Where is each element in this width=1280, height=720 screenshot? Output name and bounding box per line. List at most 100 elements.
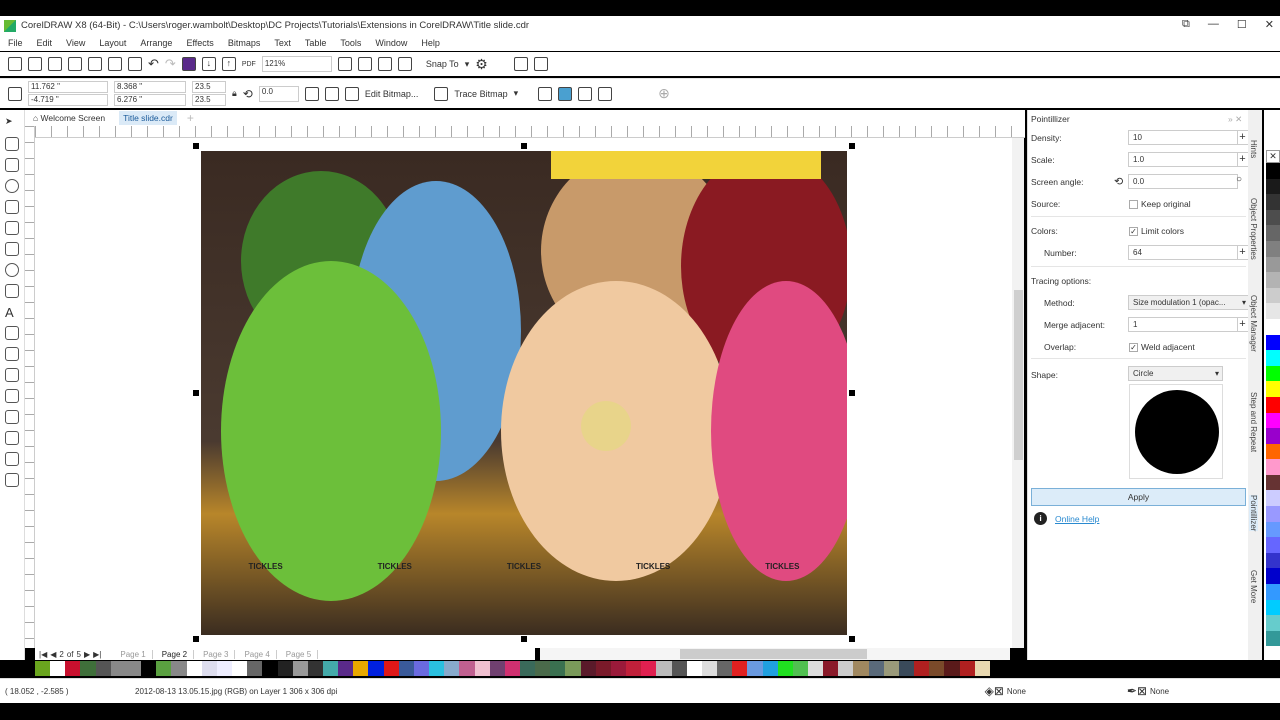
- color-swatch[interactable]: [1266, 459, 1280, 475]
- copy-icon[interactable]: [108, 57, 122, 71]
- last-page-icon[interactable]: ▶|: [93, 650, 101, 659]
- color-swatch[interactable]: [338, 661, 354, 676]
- print-icon[interactable]: [68, 57, 82, 71]
- import-icon[interactable]: ↓: [201, 57, 216, 71]
- color-swatch[interactable]: [944, 661, 960, 676]
- color-swatch[interactable]: [1266, 287, 1280, 304]
- color-swatch[interactable]: [1266, 350, 1280, 366]
- checkmark-icon[interactable]: ✓: [1129, 227, 1138, 237]
- height-field[interactable]: 6.276 ": [114, 94, 186, 106]
- polygon-tool-icon[interactable]: [5, 284, 19, 298]
- menu-arrange[interactable]: Arrange: [140, 38, 172, 48]
- color-swatch[interactable]: [610, 661, 627, 676]
- bounding-box-icon[interactable]: [578, 86, 593, 101]
- publish-pdf-icon[interactable]: PDF: [242, 61, 256, 68]
- docker-tab-object-manager[interactable]: Object Manager: [1249, 295, 1258, 352]
- add-icon[interactable]: ⊕: [658, 85, 670, 102]
- page-tab-3[interactable]: Page 3: [197, 649, 236, 659]
- color-swatch[interactable]: [95, 661, 111, 676]
- no-color-swatch[interactable]: ✕: [1266, 150, 1280, 163]
- zoom-level-select[interactable]: 121%: [261, 56, 332, 72]
- color-swatch[interactable]: [1266, 443, 1280, 460]
- color-swatch[interactable]: [1266, 178, 1280, 195]
- snap-to-dropdown[interactable]: Snap To: [426, 59, 459, 69]
- search-content-icon[interactable]: [181, 57, 196, 71]
- color-swatch[interactable]: [1266, 240, 1280, 257]
- docker-tab-object-properties[interactable]: Object Properties: [1249, 198, 1258, 260]
- menu-tools[interactable]: Tools: [340, 38, 361, 48]
- color-swatch[interactable]: [1266, 521, 1280, 538]
- online-help-link[interactable]: Online Help: [1055, 514, 1099, 524]
- selection-handle[interactable]: [849, 143, 855, 149]
- color-swatch[interactable]: [1266, 490, 1280, 507]
- color-swatch[interactable]: [322, 661, 339, 676]
- y-position-field[interactable]: -4.719 ": [28, 94, 108, 106]
- color-swatch[interactable]: [1266, 396, 1280, 413]
- color-swatch[interactable]: [201, 661, 217, 676]
- color-swatch[interactable]: [1266, 584, 1280, 600]
- new-document-icon[interactable]: [8, 57, 22, 71]
- docker-tab-hints[interactable]: Hints: [1249, 140, 1258, 158]
- docker-tab-get-more[interactable]: Get More: [1249, 570, 1258, 603]
- menu-view[interactable]: View: [66, 38, 85, 48]
- outline-pen-icon[interactable]: [5, 473, 19, 487]
- color-swatch[interactable]: [595, 661, 611, 676]
- color-swatch[interactable]: [777, 661, 793, 676]
- color-swatch[interactable]: [186, 661, 202, 676]
- color-swatch[interactable]: [459, 661, 475, 676]
- color-swatch[interactable]: [1266, 568, 1280, 585]
- color-swatch[interactable]: [853, 661, 869, 676]
- cut-icon[interactable]: [88, 57, 102, 71]
- color-swatch[interactable]: [125, 661, 142, 676]
- new-tab-icon[interactable]: +: [187, 111, 194, 125]
- teddy-bears-bitmap[interactable]: TICKLES TICKLES TICKLES TICKLES TICKLES: [201, 151, 847, 635]
- undo-icon[interactable]: ↶: [148, 56, 159, 72]
- horizontal-ruler[interactable]: [35, 126, 1025, 138]
- color-swatch[interactable]: [747, 661, 763, 676]
- color-swatch[interactable]: [141, 661, 157, 676]
- x-position-field[interactable]: 11.762 ": [28, 81, 108, 93]
- number-field[interactable]: 64: [1128, 245, 1238, 260]
- chevron-down-icon[interactable]: ▾: [514, 88, 519, 99]
- tab-welcome-screen[interactable]: ⌂ Welcome Screen: [29, 111, 109, 125]
- shape-tool-icon[interactable]: [5, 137, 19, 151]
- mirror-vertical-icon[interactable]: [324, 86, 339, 101]
- text-wrap-icon[interactable]: [598, 86, 613, 101]
- limit-colors-checkbox[interactable]: ✓ Limit colors: [1129, 226, 1184, 237]
- export-icon[interactable]: ↑: [221, 57, 236, 71]
- color-swatch[interactable]: [565, 661, 581, 676]
- minimize-button[interactable]: —: [1208, 18, 1219, 31]
- parallel-dimension-icon[interactable]: [5, 326, 19, 340]
- apply-button[interactable]: Apply: [1031, 488, 1246, 506]
- color-swatch[interactable]: [838, 661, 854, 676]
- lock-ratio-icon[interactable]: 🔒︎: [232, 88, 237, 99]
- color-swatch[interactable]: [1266, 272, 1280, 288]
- color-swatch[interactable]: [883, 661, 899, 676]
- default-color-palette[interactable]: ✕: [1264, 110, 1280, 660]
- color-swatch[interactable]: [868, 661, 884, 676]
- edit-bitmap-button[interactable]: Edit Bitmap...: [365, 89, 419, 99]
- color-swatch[interactable]: [626, 661, 642, 676]
- selection-handle[interactable]: [193, 636, 199, 642]
- smart-fill-icon[interactable]: [5, 452, 19, 466]
- color-swatch[interactable]: [292, 661, 308, 676]
- color-swatch[interactable]: [1266, 334, 1280, 351]
- color-swatch[interactable]: [1266, 225, 1280, 241]
- checkbox-box[interactable]: [1129, 200, 1138, 210]
- color-swatch[interactable]: [1266, 194, 1280, 210]
- color-swatch[interactable]: [823, 661, 839, 676]
- keep-original-checkbox[interactable]: Keep original: [1129, 199, 1191, 210]
- color-swatch[interactable]: [413, 661, 430, 676]
- page-tab-5[interactable]: Page 5: [280, 649, 319, 659]
- docker-tab-step-and-repeat[interactable]: Step and Repeat: [1249, 392, 1258, 452]
- color-swatch[interactable]: [1266, 537, 1280, 553]
- zoom-to-page-icon[interactable]: [337, 57, 352, 71]
- color-swatch[interactable]: [262, 661, 278, 676]
- color-swatch[interactable]: [1266, 552, 1280, 569]
- color-swatch[interactable]: [671, 661, 687, 676]
- color-swatch[interactable]: [807, 661, 824, 676]
- selection-handle[interactable]: [521, 636, 527, 642]
- selection-handle[interactable]: [193, 143, 199, 149]
- color-swatch[interactable]: [444, 661, 460, 676]
- color-swatch[interactable]: [50, 661, 66, 676]
